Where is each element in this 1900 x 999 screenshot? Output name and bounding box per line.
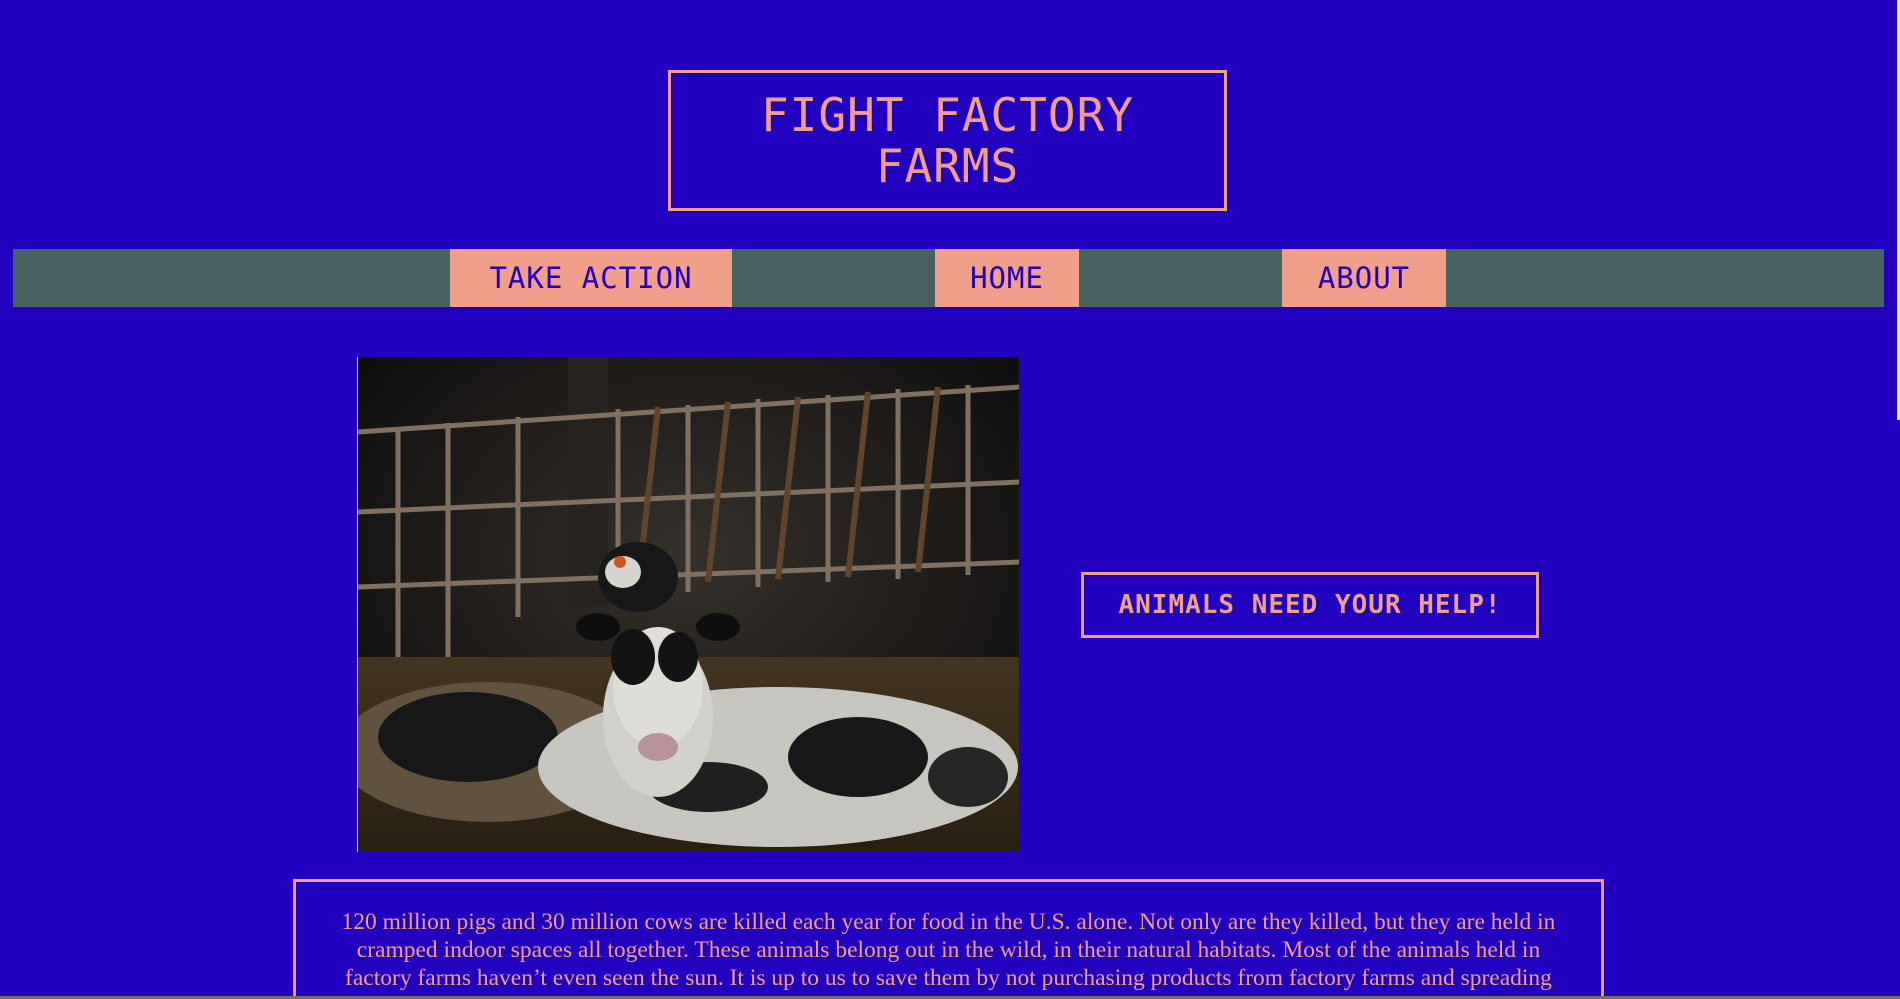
info-paragraph: 120 million pigs and 30 million cows are… [341, 909, 1556, 999]
calves-photo [357, 357, 1019, 852]
nav-about[interactable]: ABOUT [1282, 249, 1446, 307]
help-callout-text: ANIMALS NEED YOUR HELP! [1118, 590, 1502, 620]
site-title-box: FIGHT FACTORY FARMS [668, 70, 1227, 211]
main-nav: TAKE ACTION HOME ABOUT [13, 249, 1884, 307]
nav-home[interactable]: HOME [935, 249, 1079, 307]
info-box: 120 million pigs and 30 million cows are… [293, 879, 1604, 999]
nav-take-action[interactable]: TAKE ACTION [450, 249, 732, 307]
site-title: FIGHT FACTORY FARMS [760, 87, 1135, 193]
help-callout: ANIMALS NEED YOUR HELP! [1081, 572, 1539, 638]
